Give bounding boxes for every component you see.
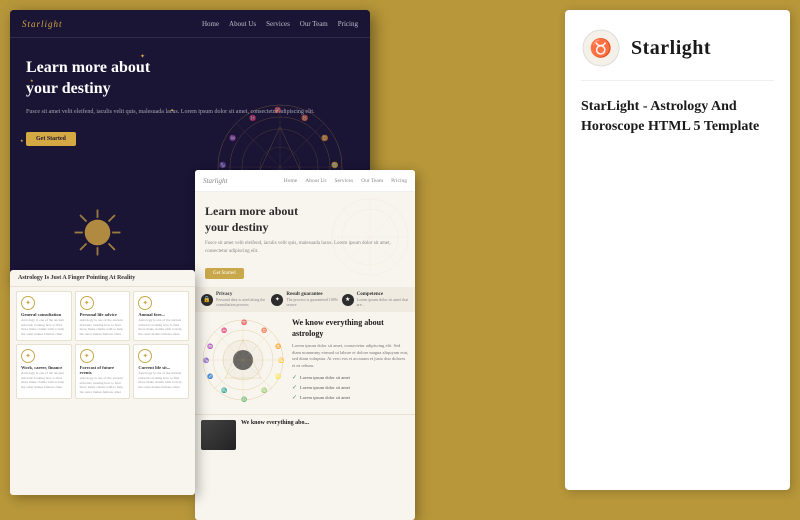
about-title: We know everything abo... [241, 420, 409, 426]
nav-services: Services [266, 20, 290, 28]
info-panel: ♉ Starlight StarLight - Astrology And Ho… [565, 10, 790, 490]
feature-title-5: Forecast of future events [80, 365, 126, 375]
feature-text-6: Astrology is one of the ancient eldorado… [138, 371, 184, 389]
nav-home: Home [202, 20, 219, 28]
check-item-2: ✓ Lorem ipsum dolor sit amet [292, 384, 409, 391]
feature-text-5: Astrology is one of the ancient eldorado… [80, 376, 126, 394]
brand-header: ♉ Starlight [581, 28, 774, 81]
about-text-block: We know everything abo... [241, 420, 409, 450]
feature-title-6: Current life sit... [138, 365, 184, 370]
feature-item-1: ✦ General consultation Astrology is one … [16, 291, 72, 341]
feature-item-3: ✦ Annual fore... Astrology is one of the… [133, 291, 189, 341]
light-preview-grid: Astrology Is Just A Finger Pointing At R… [10, 270, 195, 495]
svg-text:♍: ♍ [261, 387, 267, 394]
nav-team: Our Team [300, 20, 328, 28]
badge-privacy: 🔒 Privacy Personal data is used along th… [201, 292, 268, 307]
brand-logo: ♉ [581, 28, 621, 68]
light-zodiac-wheel: ♈ ♉ ♊ ♋ ♌ ♍ ♎ ♏ ♐ ♑ ♒ ♓ [201, 318, 286, 408]
feature-title-4: Work, career, finance [21, 365, 67, 370]
light-about-section: We know everything abo... [195, 414, 415, 455]
dark-hero-description: Fusce sit amet velit eleifend, iaculis v… [26, 108, 354, 117]
dark-hero-section: ✦ ★ ✦ ★ Learn more about your destiny Fu… [10, 38, 370, 280]
svg-text:♎: ♎ [241, 396, 247, 403]
privacy-icon: 🔒 [201, 294, 213, 306]
feature-text-1: Astrology is one of the ancient eldorado… [21, 318, 67, 336]
feature-text-4: Astrology is one of the ancient eldorado… [21, 371, 67, 389]
feature-item-5: ✦ Forecast of future events Astrology is… [75, 344, 131, 399]
feature-icon-2: ✦ [80, 296, 94, 310]
svg-text:♌: ♌ [275, 373, 281, 380]
feature-icon-1: ✦ [21, 296, 35, 310]
dark-nav: Starlight Home About Us Services Our Tea… [10, 10, 370, 38]
taurus-logo: ♉ [581, 28, 621, 68]
dark-hero-text: Learn more about your destiny Fusce sit … [10, 38, 370, 280]
light-about-text: Lorem ipsum dolor sit amet, consectetur … [292, 343, 409, 370]
checkmark-icon-1: ✓ [292, 374, 297, 381]
svg-text:♉: ♉ [590, 37, 612, 58]
checkmark-icon-3: ✓ [292, 394, 297, 401]
features-grid: ✦ General consultation Astrology is one … [10, 287, 195, 403]
feature-icon-3: ✦ [138, 296, 152, 310]
svg-text:♑: ♑ [203, 357, 209, 364]
feature-title-2: Personal life advice [80, 312, 126, 317]
svg-text:♊: ♊ [275, 343, 281, 350]
svg-text:♈: ♈ [241, 319, 247, 326]
feature-icon-6: ✦ [138, 349, 152, 363]
svg-text:♏: ♏ [221, 387, 227, 394]
feature-text-3: Astrology is one of the ancient eldorado… [138, 318, 184, 336]
feature-icon-4: ✦ [21, 349, 35, 363]
light-large-badges: 🔒 Privacy Personal data is used along th… [195, 287, 415, 312]
feature-icon-5: ✦ [80, 349, 94, 363]
svg-text:♓: ♓ [221, 327, 227, 334]
nav-pricing: Pricing [338, 20, 358, 28]
feature-text-2: Astrology is one of the ancient eldorado… [80, 318, 126, 336]
dark-cta-button[interactable]: Get Started [26, 132, 76, 146]
svg-text:♋: ♋ [278, 357, 284, 364]
feature-title-1: General consultation [21, 312, 67, 317]
feature-title-3: Annual fore... [138, 312, 184, 317]
brand-name: Starlight [631, 37, 711, 60]
badge-competence: ★ Competence Lorem ipsum dolor sit amet … [342, 292, 409, 307]
dark-site-logo: Starlight [22, 19, 63, 29]
guarantee-icon: ✦ [271, 294, 283, 306]
about-image [201, 420, 236, 450]
light-large-content: ♈ ♉ ♊ ♋ ♌ ♍ ♎ ♏ ♐ ♑ ♒ ♓ We know everythi… [195, 312, 415, 414]
feature-item-6: ✦ Current life sit... Astrology is one o… [133, 344, 189, 399]
light-about-heading: We know everything about astrology [292, 318, 409, 339]
dark-hero-heading: Learn more about your destiny [26, 58, 354, 100]
nav-about: About Us [229, 20, 256, 28]
light-about-col: We know everything about astrology Lorem… [286, 318, 409, 408]
svg-text:♐: ♐ [207, 373, 213, 380]
feature-item-2: ✦ Personal life advice Astrology is one … [75, 291, 131, 341]
svg-text:♉: ♉ [261, 327, 267, 334]
dark-preview-card: Starlight Home About Us Services Our Tea… [10, 10, 370, 280]
check-item-3: ✓ Lorem ipsum dolor sit amet [292, 394, 409, 401]
feature-item-4: ✦ Work, career, finance Astrology is one… [16, 344, 72, 399]
competence-icon: ★ [342, 294, 354, 306]
svg-text:♒: ♒ [207, 343, 213, 350]
checkmark-icon-2: ✓ [292, 384, 297, 391]
badge-guarantee: ✦ Result guarantee The process is guaran… [271, 292, 338, 307]
check-item-1: ✓ Lorem ipsum dolor sit amet [292, 374, 409, 381]
product-title: StarLight - Astrology And Horoscope HTML… [581, 97, 774, 136]
dark-nav-links: Home About Us Services Our Team Pricing [202, 20, 358, 28]
